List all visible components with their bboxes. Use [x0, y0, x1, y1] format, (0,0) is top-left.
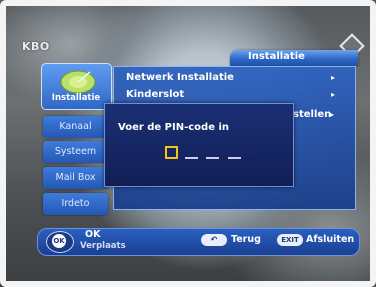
tab-systeem[interactable]: Systeem — [43, 141, 108, 163]
tab-installatie-label: Installatie — [51, 93, 101, 103]
exit-key-button[interactable]: EXIT — [277, 234, 303, 246]
pin-dialog — [104, 103, 294, 187]
tab-kanaal[interactable]: Kanaal — [43, 116, 108, 138]
menu-item-netwerk-installatie[interactable]: Netwerk Installatie — [126, 72, 234, 83]
channel-logo: KBO — [22, 40, 50, 53]
back-key-icon[interactable]: ↶ — [201, 234, 227, 246]
back-label: Terug — [231, 234, 261, 245]
tab-irdeto[interactable]: Irdeto — [43, 193, 108, 215]
pin-prompt: Voer de PIN-code in — [118, 122, 230, 133]
pin-digit-1-active[interactable] — [165, 146, 178, 159]
pin-digit-3 — [206, 157, 219, 159]
move-label: Verplaats — [80, 241, 126, 251]
ok-button[interactable]: OK — [52, 234, 66, 248]
menu-item-kinderslot[interactable]: Kinderslot — [126, 89, 184, 100]
chevron-right-icon: ▸ — [330, 110, 335, 119]
menu-item-stellen[interactable]: stellen — [293, 109, 331, 120]
pin-digit-4 — [228, 157, 241, 159]
chevron-right-icon: ▸ — [331, 73, 336, 82]
chevron-right-icon: ▸ — [331, 90, 336, 99]
page-title: Installatie — [248, 51, 305, 62]
tab-mail-box[interactable]: Mail Box — [43, 167, 108, 189]
exit-label: Afsluiten — [306, 234, 355, 245]
pin-digit-2 — [185, 157, 198, 159]
ok-label: OK — [85, 229, 101, 240]
